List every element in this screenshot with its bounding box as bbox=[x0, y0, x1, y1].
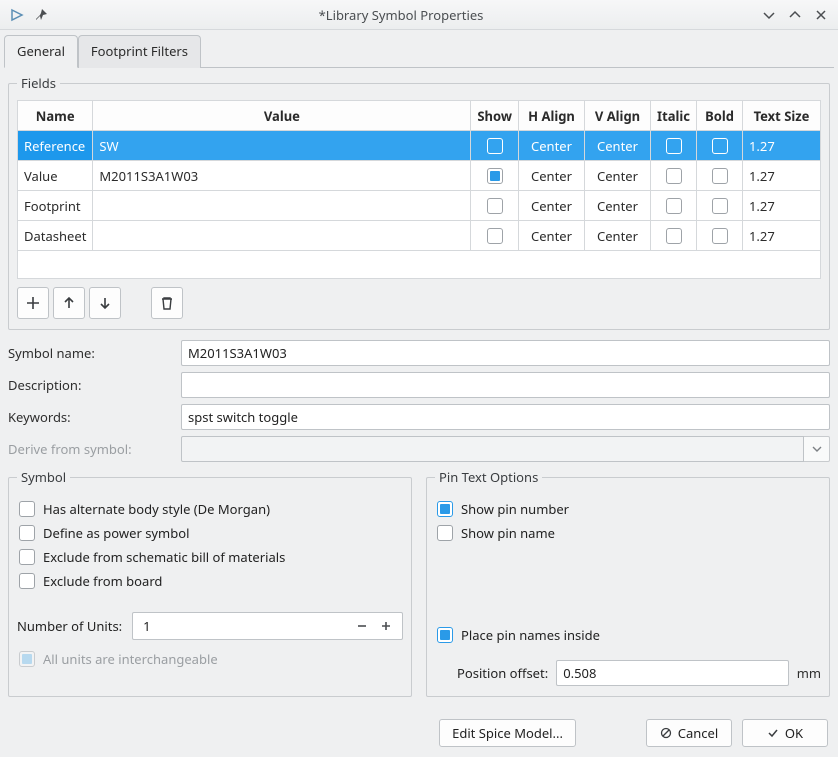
show-checkbox[interactable] bbox=[487, 168, 503, 184]
window-title: *Library Symbol Properties bbox=[50, 6, 752, 24]
units-increment[interactable] bbox=[374, 614, 398, 638]
col-show[interactable]: Show bbox=[471, 101, 519, 131]
col-halign[interactable]: H Align bbox=[519, 101, 585, 131]
position-offset-input[interactable] bbox=[556, 660, 789, 686]
dialog-button-bar: Edit Spice Model... Cancel OK bbox=[0, 715, 838, 757]
ok-icon bbox=[767, 727, 779, 739]
table-row[interactable]: FootprintCenterCenter1.27 bbox=[18, 191, 821, 221]
show-checkbox[interactable] bbox=[487, 198, 503, 214]
pin-icon[interactable] bbox=[32, 6, 50, 24]
checkbox-icon bbox=[19, 651, 35, 667]
units-spinner[interactable] bbox=[132, 612, 403, 640]
show-pin-name-checkbox[interactable]: Show pin name bbox=[437, 524, 819, 542]
app-icon bbox=[8, 6, 26, 24]
exclude-board-checkbox[interactable]: Exclude from board bbox=[19, 572, 401, 590]
close-button[interactable] bbox=[812, 6, 830, 24]
window-titlebar: *Library Symbol Properties bbox=[0, 0, 838, 30]
derive-label: Derive from symbol: bbox=[8, 440, 173, 458]
col-name[interactable]: Name bbox=[18, 101, 93, 131]
fields-table[interactable]: Name Value Show H Align V Align Italic B… bbox=[17, 100, 821, 279]
italic-checkbox[interactable] bbox=[666, 138, 682, 154]
symbol-name-label: Symbol name: bbox=[8, 344, 173, 362]
checkbox-icon bbox=[19, 573, 35, 589]
symbol-legend: Symbol bbox=[17, 468, 70, 486]
move-up-button[interactable] bbox=[53, 287, 85, 319]
interchangeable-checkbox: All units are interchangeable bbox=[19, 650, 401, 668]
keywords-input[interactable] bbox=[181, 404, 830, 430]
show-pin-number-checkbox[interactable]: Show pin number bbox=[437, 500, 819, 518]
tab-footprint-filters[interactable]: Footprint Filters bbox=[78, 35, 201, 68]
col-value[interactable]: Value bbox=[93, 101, 471, 131]
edit-spice-button[interactable]: Edit Spice Model... bbox=[439, 719, 576, 747]
symbol-name-input[interactable] bbox=[181, 340, 830, 366]
col-tsize[interactable]: Text Size bbox=[743, 101, 821, 131]
fields-group: Fields Name Value Show H Align V Align I… bbox=[8, 74, 830, 330]
keywords-label: Keywords: bbox=[8, 408, 173, 426]
bold-checkbox[interactable] bbox=[712, 138, 728, 154]
ok-button[interactable]: OK bbox=[742, 719, 828, 747]
pin-options-legend: Pin Text Options bbox=[435, 468, 542, 486]
power-symbol-checkbox[interactable]: Define as power symbol bbox=[19, 524, 401, 542]
italic-checkbox[interactable] bbox=[666, 228, 682, 244]
table-row[interactable]: ReferenceSWCenterCenter1.27 bbox=[18, 131, 821, 161]
maximize-button[interactable] bbox=[786, 6, 804, 24]
tab-general[interactable]: General bbox=[4, 35, 78, 68]
exclude-bom-checkbox[interactable]: Exclude from schematic bill of materials bbox=[19, 548, 401, 566]
cancel-button[interactable]: Cancel bbox=[646, 719, 732, 747]
minimize-button[interactable] bbox=[760, 6, 778, 24]
tab-strip: General Footprint Filters bbox=[4, 34, 834, 68]
checkbox-icon bbox=[19, 525, 35, 541]
description-input[interactable] bbox=[181, 372, 830, 398]
pin-options-group: Pin Text Options Show pin number Show pi… bbox=[426, 468, 830, 697]
col-valign[interactable]: V Align bbox=[585, 101, 651, 131]
fields-legend: Fields bbox=[17, 74, 60, 92]
description-label: Description: bbox=[8, 376, 173, 394]
add-field-button[interactable] bbox=[17, 287, 49, 319]
symbol-group: Symbol Has alternate body style (De Morg… bbox=[8, 468, 412, 697]
move-down-button[interactable] bbox=[89, 287, 121, 319]
position-offset-label: Position offset: bbox=[457, 664, 548, 682]
bold-checkbox[interactable] bbox=[712, 198, 728, 214]
units-input[interactable] bbox=[141, 616, 350, 636]
table-row[interactable]: ValueM2011S3A1W03CenterCenter1.27 bbox=[18, 161, 821, 191]
position-offset-unit: mm bbox=[797, 664, 821, 682]
units-label: Number of Units: bbox=[17, 617, 122, 635]
alt-body-checkbox[interactable]: Has alternate body style (De Morgan) bbox=[19, 500, 401, 518]
checkbox-icon bbox=[19, 549, 35, 565]
checkbox-icon bbox=[437, 501, 453, 517]
bold-checkbox[interactable] bbox=[712, 168, 728, 184]
italic-checkbox[interactable] bbox=[666, 168, 682, 184]
col-italic[interactable]: Italic bbox=[651, 101, 697, 131]
show-checkbox[interactable] bbox=[487, 138, 503, 154]
derive-dropdown-button[interactable] bbox=[804, 436, 830, 462]
col-bold[interactable]: Bold bbox=[697, 101, 743, 131]
delete-field-button[interactable] bbox=[151, 287, 183, 319]
checkbox-icon bbox=[437, 627, 453, 643]
italic-checkbox[interactable] bbox=[666, 198, 682, 214]
derive-input bbox=[181, 436, 804, 462]
place-inside-checkbox[interactable]: Place pin names inside bbox=[437, 626, 819, 644]
units-decrement[interactable] bbox=[350, 614, 374, 638]
cancel-icon bbox=[660, 727, 672, 739]
show-checkbox[interactable] bbox=[487, 228, 503, 244]
table-row[interactable]: DatasheetCenterCenter1.27 bbox=[18, 221, 821, 251]
checkbox-icon bbox=[437, 525, 453, 541]
checkbox-icon bbox=[19, 501, 35, 517]
bold-checkbox[interactable] bbox=[712, 228, 728, 244]
